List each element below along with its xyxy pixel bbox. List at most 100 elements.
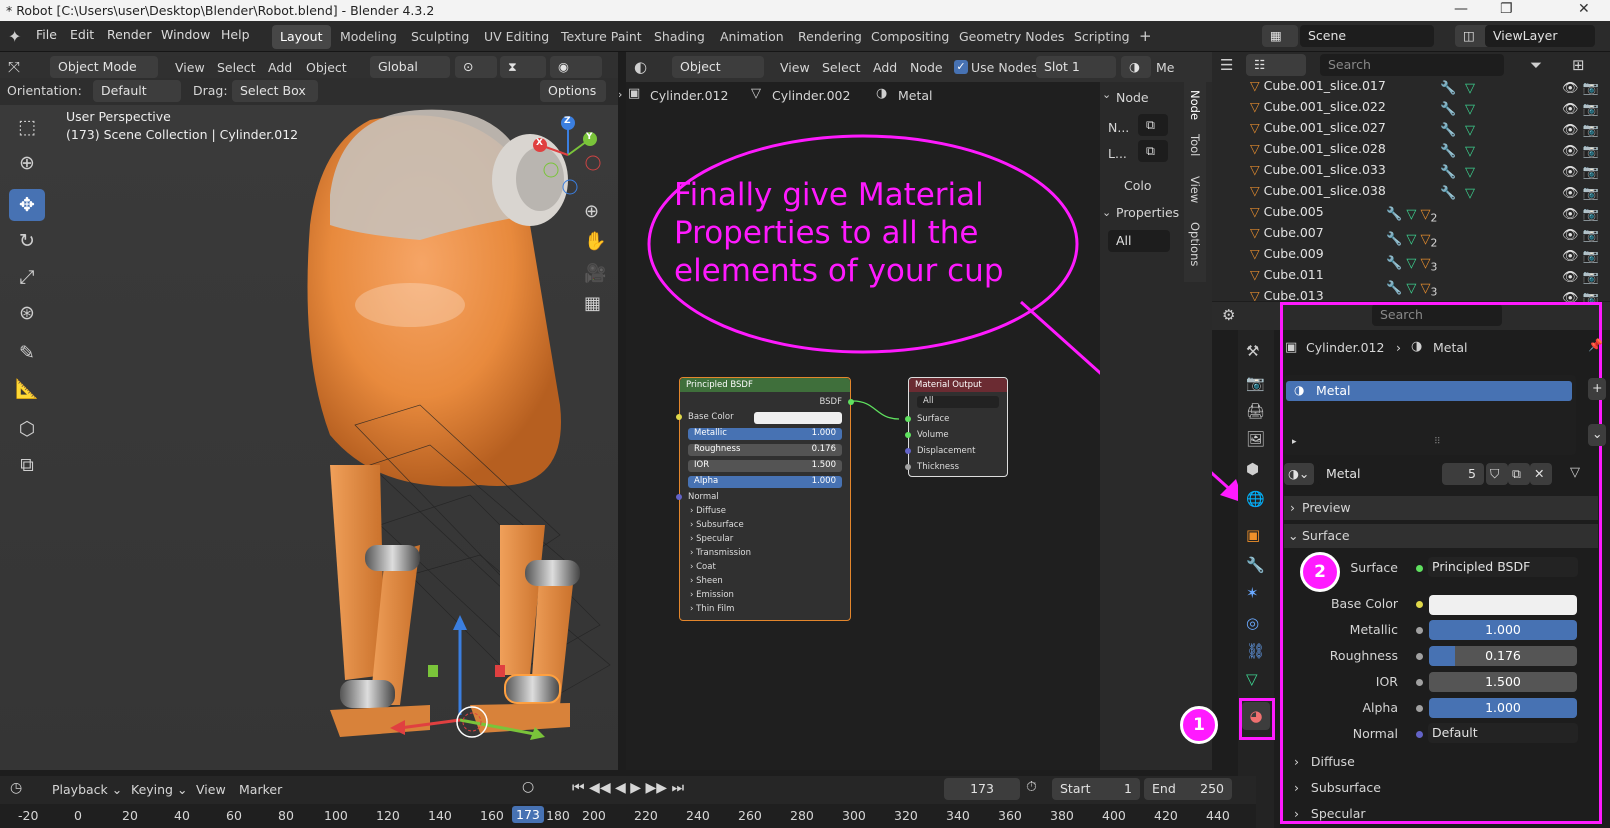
- outliner-row[interactable]: ▽ Cube.009: [1250, 246, 1324, 267]
- measure-tool-icon[interactable]: 📐: [9, 373, 45, 405]
- node-editor-type-icon[interactable]: ◐: [634, 58, 647, 76]
- output-tab-icon[interactable]: 🖨: [1246, 402, 1265, 420]
- node-name-field[interactable]: ⧉: [1138, 114, 1168, 136]
- particles-tab-icon[interactable]: ✶: [1246, 584, 1259, 602]
- specular-panel[interactable]: › Specular: [1294, 806, 1366, 821]
- world-tab-icon[interactable]: 🌐: [1246, 490, 1265, 508]
- subsurface-panel[interactable]: › Subsurface: [1294, 780, 1381, 795]
- render-tab-icon[interactable]: 📷: [1246, 374, 1265, 392]
- menu-render[interactable]: Render: [107, 27, 152, 42]
- blender-logo-icon[interactable]: ✦: [8, 27, 21, 46]
- tab-texture-paint[interactable]: Texture Paint: [553, 25, 650, 49]
- end-frame-field[interactable]: End 250: [1144, 778, 1232, 800]
- principled-bsdf-node[interactable]: Principled BSDF BSDF Base Color Metallic…: [676, 377, 854, 621]
- bsdf-roughness-slider[interactable]: Roughness 0.176: [688, 444, 842, 456]
- viewport-menu-add[interactable]: Add: [268, 60, 292, 75]
- filter-icon[interactable]: ⏷: [1530, 56, 1542, 74]
- normal-input-selector[interactable]: Default: [1428, 723, 1578, 743]
- frame-ruler[interactable]: -20 0 20 40 60 80 100 120 140 160 173 18…: [0, 804, 1256, 828]
- pivot-icon[interactable]: ⊙: [455, 56, 497, 78]
- new-collection-icon[interactable]: ⊞: [1572, 56, 1585, 74]
- bsdf-ior-slider[interactable]: IOR 1.500: [688, 460, 842, 472]
- bsdf-group-coat[interactable]: › Coat: [690, 562, 716, 572]
- timeline-type-icon[interactable]: ◷: [10, 780, 22, 796]
- outliner-row[interactable]: ▽ Cube.007: [1250, 225, 1324, 246]
- zoom-icon[interactable]: ⊕: [584, 201, 599, 222]
- scene-type-icon[interactable]: ▦: [1262, 25, 1298, 47]
- cursor-tool-icon[interactable]: ⊕: [9, 147, 45, 179]
- tab-shading[interactable]: Shading: [646, 25, 713, 49]
- scene-tab-icon[interactable]: ⬢: [1246, 460, 1259, 478]
- slot-expand-icon[interactable]: ▸: [1292, 437, 1297, 447]
- material-slot-item[interactable]: Metal: [1286, 381, 1572, 401]
- surface-shader-selector[interactable]: Principled BSDF: [1428, 557, 1578, 577]
- diffuse-panel[interactable]: › Diffuse: [1294, 754, 1355, 769]
- drag-selector[interactable]: Select Box: [232, 80, 318, 102]
- move-tool-icon[interactable]: ✥: [9, 189, 45, 221]
- viewport-menu-object[interactable]: Object: [306, 60, 347, 75]
- scene-selector[interactable]: Scene: [1300, 25, 1434, 47]
- sidebar-tab-tool[interactable]: Tool: [1188, 134, 1202, 156]
- bsdf-group-thin-film[interactable]: › Thin Film: [690, 604, 734, 614]
- timeline[interactable]: ◷ Playback ⌄ Keying ⌄ View Marker ○ ⏮ ◀◀…: [0, 776, 1256, 828]
- node-menu-select[interactable]: Select: [822, 60, 861, 75]
- transform-tool-icon[interactable]: ⊛: [9, 297, 45, 329]
- add-workspace-button[interactable]: +: [1131, 23, 1160, 47]
- material-output-node[interactable]: Material Output All Surface Volume Displ…: [905, 377, 1008, 477]
- outliner-row[interactable]: ▽ Cube.013: [1250, 288, 1324, 301]
- material-name-truncated[interactable]: Me: [1156, 60, 1174, 75]
- browse-material-icon[interactable]: ◑⌄: [1284, 463, 1314, 485]
- tab-uv-editing[interactable]: UV Editing: [476, 25, 557, 49]
- start-frame-field[interactable]: Start 1: [1052, 778, 1140, 800]
- select-box-tool-icon[interactable]: ⬚: [9, 111, 45, 143]
- orientation-selector[interactable]: Default: [93, 80, 181, 102]
- displacement-socket[interactable]: [905, 448, 911, 454]
- material-browse-icon[interactable]: ◑: [1121, 56, 1151, 78]
- current-frame-field[interactable]: 173: [944, 778, 1020, 800]
- stopwatch-icon[interactable]: ⏱: [1026, 779, 1037, 795]
- tab-scripting[interactable]: Scripting: [1066, 25, 1138, 49]
- view-layer-tab-icon[interactable]: 🖼: [1246, 430, 1265, 448]
- alpha-slider[interactable]: 1.000: [1429, 698, 1577, 718]
- add-primitive-tool-icon[interactable]: ⧉: [9, 449, 45, 481]
- viewlayer-selector[interactable]: ViewLayer: [1485, 25, 1595, 47]
- viewport-menu-select[interactable]: Select: [217, 60, 256, 75]
- 3d-viewport[interactable]: User Perspective (173) Scene Collection …: [0, 105, 618, 770]
- tab-sculpting[interactable]: Sculpting: [403, 25, 477, 49]
- add-slot-button[interactable]: +: [1588, 378, 1606, 400]
- bsdf-metallic-slider[interactable]: Metallic 1.000: [688, 428, 842, 440]
- constraints-tab-icon[interactable]: ⛓: [1246, 642, 1265, 660]
- normal-socket[interactable]: [676, 494, 682, 500]
- sidebar-tab-options[interactable]: Options: [1188, 222, 1202, 266]
- outliner-row[interactable]: ▽ Cube.011: [1250, 267, 1324, 288]
- menu-help[interactable]: Help: [221, 27, 250, 42]
- timeline-menu-playback[interactable]: Playback ⌄: [52, 782, 122, 797]
- viewport-menu-view[interactable]: View: [175, 60, 205, 75]
- use-nodes-checkbox[interactable]: ✓: [954, 60, 968, 74]
- material-users-count[interactable]: 5: [1442, 463, 1484, 485]
- object-tab-icon[interactable]: ▣: [1246, 526, 1260, 544]
- bsdf-alpha-slider[interactable]: Alpha 1.000: [688, 476, 842, 488]
- outliner-visibility-icons[interactable]: 👁 📷 👁 📷 👁 📷 👁 📷 👁 📷 👁 📷 👁 📷 👁 📷 👁 📷 👁 📷 👁 📷: [1562, 78, 1602, 302]
- tab-rendering[interactable]: Rendering: [790, 25, 870, 49]
- playback-controls[interactable]: ⏮ ◀◀ ◀ ▶ ▶▶ ⏭: [572, 780, 684, 796]
- outliner-row[interactable]: ▽ Cube.001_slice.027: [1250, 120, 1386, 141]
- thickness-socket[interactable]: [905, 464, 911, 470]
- color-panel[interactable]: Colo: [1124, 178, 1152, 193]
- physics-tab-icon[interactable]: ◎: [1246, 614, 1259, 632]
- metallic-slider[interactable]: 1.000: [1429, 620, 1577, 640]
- timeline-menu-marker[interactable]: Marker: [239, 782, 282, 797]
- properties-type-icon[interactable]: ⚙: [1222, 306, 1235, 324]
- tab-layout[interactable]: Layout: [272, 25, 331, 49]
- bsdf-group-sheen[interactable]: › Sheen: [690, 576, 723, 586]
- bsdf-group-emission[interactable]: › Emission: [690, 590, 734, 600]
- slot-resize-handle[interactable]: ⠿: [1434, 437, 1441, 447]
- base-color-field[interactable]: [1429, 595, 1577, 615]
- duplicate-material-icon[interactable]: ⧉: [1508, 463, 1530, 485]
- outliner-search[interactable]: Search: [1320, 54, 1504, 76]
- sidebar-tab-view[interactable]: View: [1188, 176, 1202, 203]
- surface-socket[interactable]: [905, 416, 911, 422]
- surface-panel[interactable]: ⌄ Surface: [1284, 524, 1598, 548]
- outliner-row[interactable]: ▽ Cube.001_slice.017: [1250, 78, 1386, 99]
- snap-icon[interactable]: ⧗: [500, 56, 546, 78]
